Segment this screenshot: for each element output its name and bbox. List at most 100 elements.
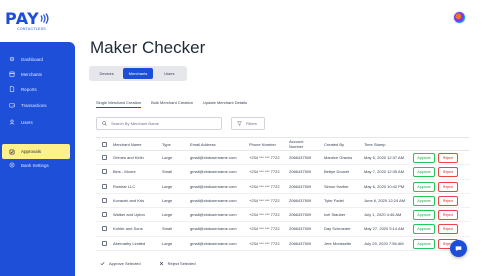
cell-time-stamp: July 29, 2020 7:56 AM (364, 240, 404, 246)
approve-selected-button[interactable]: Approve Selected (100, 261, 141, 266)
reject-button[interactable]: Reject (438, 167, 458, 178)
tab-users[interactable]: Users (155, 68, 184, 79)
cell-type: Large (162, 212, 173, 218)
cell-email: gmail@cbdusername.com (190, 169, 237, 175)
sidebar-item-label: Bank Settings (21, 162, 49, 168)
cell-phone: +234 *** *** 7722 (249, 240, 280, 246)
cell-account-number: 2066437509 (289, 183, 312, 189)
sidebar-item-label: Transactions (21, 102, 47, 108)
cell-merchant-name: Bins - Moore (113, 169, 136, 175)
reject-selected-button[interactable]: Reject Selected (159, 261, 196, 266)
tab-devices[interactable]: Devices (92, 68, 121, 79)
col-account-number: Account Number (289, 139, 304, 149)
cell-account-number: 2066437509 (289, 155, 312, 160)
row-checkbox[interactable] (102, 212, 107, 218)
avatar[interactable] (453, 11, 466, 24)
sidebar-item-reports[interactable]: Reports (0, 83, 75, 95)
table-body: Grimes and Kirlin Large gmail@cbdusername.… (96, 151, 470, 252)
col-time-stamp: Time Stamp (364, 142, 386, 147)
sidebar-item-approvals[interactable]: Approvals (2, 144, 70, 159)
search-input[interactable]: Search By Merchant Name (96, 117, 222, 130)
sidebar-item-label: Users (21, 119, 33, 125)
row-checkbox[interactable] (102, 169, 107, 175)
cell-email: gmail@cbdusername.com (190, 240, 237, 246)
tab-update-merchant-details[interactable]: Update Merchant Details (203, 100, 247, 108)
approve-button[interactable]: Approve (413, 181, 435, 192)
cell-type: Small (162, 169, 173, 175)
select-all-checkbox[interactable] (102, 142, 107, 147)
merchant-table: Merchant Name Type Email Address Phone N… (96, 137, 470, 252)
cell-account-number: 2066437509 (289, 197, 312, 203)
reject-button[interactable]: Reject (438, 224, 458, 235)
cell-merchant-name: Kohler and Sons (113, 226, 143, 232)
cell-created-by: Bettye Doucet (324, 169, 350, 175)
chat-button[interactable] (450, 240, 467, 257)
chat-icon (455, 246, 462, 252)
cell-account-number: 2066437509 (289, 169, 312, 175)
reject-button[interactable]: Reject (438, 181, 458, 192)
sidebar-item-transactions[interactable]: Transactions (0, 99, 75, 111)
approve-button[interactable]: Approve (413, 224, 435, 235)
cell-merchant-name: Kovacek and Kris (113, 197, 145, 203)
close-icon (159, 261, 163, 266)
cell-merchant-name: Walker and Upton (113, 212, 145, 218)
table-header: Merchant Name Type Email Address Phone N… (96, 137, 470, 151)
cell-created-by: Day Schroeder (324, 226, 351, 232)
table-row: Abernathy Limited Large gmail@cbdusername.… (96, 237, 470, 252)
tab-single-merchant-creation[interactable]: Single Merchant Creation (96, 100, 142, 108)
cell-merchant-name: Rowhar LLC (113, 183, 136, 189)
row-checkbox[interactable] (102, 197, 107, 203)
brand-logo[interactable]: PAY CONTACTLESS (5, 9, 49, 33)
cell-type: Large (162, 197, 173, 203)
contactless-icon (40, 13, 49, 24)
cell-phone: +234 *** *** 7722 (249, 226, 280, 232)
sidebar-item-dashboard[interactable]: Dashboard (0, 53, 75, 65)
table-row: Kohler and Sons Small gmail@cbdusername.co… (96, 222, 470, 237)
reject-button[interactable]: Reject (438, 210, 458, 221)
settings-icon (9, 162, 15, 168)
sidebar-item-bank-settings[interactable]: Bank Settings (0, 159, 75, 171)
approve-selected-label: Approve Selected (109, 261, 141, 266)
cell-time-stamp: July 1, 2020 4:46 AM (364, 212, 402, 218)
col-type: Type (162, 142, 171, 147)
cell-type: Large (162, 155, 173, 160)
approve-button[interactable]: Approve (413, 195, 435, 206)
table-row: Rowhar LLC Large gmail@cbdusername.com +234… (96, 180, 470, 194)
row-checkbox[interactable] (102, 183, 107, 189)
row-checkbox[interactable] (102, 155, 107, 160)
document-icon (9, 86, 15, 92)
cell-email: gmail@cbdusername.com (190, 212, 237, 218)
col-merchant-name: Merchant Name (113, 142, 142, 147)
tab-merchants[interactable]: Merchants (123, 68, 153, 79)
sidebar-item-merchants[interactable]: Merchants (0, 68, 75, 80)
gear-icon (9, 56, 15, 62)
cell-type: Small (162, 226, 173, 232)
row-checkbox[interactable] (102, 240, 107, 246)
cell-merchant-name: Grimes and Kirlin (113, 155, 144, 160)
cell-time-stamp: June 6, 2020 12:24 AM (364, 197, 406, 203)
sidebar-item-users[interactable]: Users (0, 116, 75, 128)
cell-phone: +234 *** *** 7722 (249, 212, 280, 218)
filters-label: Filters (246, 121, 257, 126)
cell-created-by: Maurice Graves (324, 155, 353, 160)
approve-button[interactable]: Approve (413, 238, 435, 249)
row-checkbox[interactable] (102, 226, 107, 232)
approve-button[interactable]: Approve (413, 167, 435, 178)
cell-created-by: Jere Morissette (324, 240, 352, 246)
user-icon (9, 119, 15, 125)
sub-tabs: Single Merchant Creation Bulk Merchant C… (96, 100, 257, 108)
segment-tabs: Devices Merchants Users (89, 66, 187, 81)
cell-time-stamp: May 5, 2020 12:37 AM (364, 155, 405, 160)
filters-button[interactable]: Filters (231, 117, 265, 130)
reject-button[interactable]: Reject (438, 153, 458, 163)
cell-time-stamp: May 7, 2020 12:35 AM (364, 169, 405, 175)
tab-bulk-merchant-creation[interactable]: Bulk Merchant Creation (151, 100, 193, 108)
col-email: Email Address (190, 142, 216, 147)
reject-button[interactable]: Reject (438, 195, 458, 206)
bulk-actions: Approve Selected Reject Selected (100, 261, 214, 266)
cell-email: gmail@cbdusername.com (190, 155, 237, 160)
cell-time-stamp: May 27, 2020 5:14 AM (364, 226, 405, 232)
approve-button[interactable]: Approve (413, 210, 435, 221)
cell-email: gmail@cbdusername.com (190, 226, 237, 232)
approve-button[interactable]: Approve (413, 153, 435, 163)
